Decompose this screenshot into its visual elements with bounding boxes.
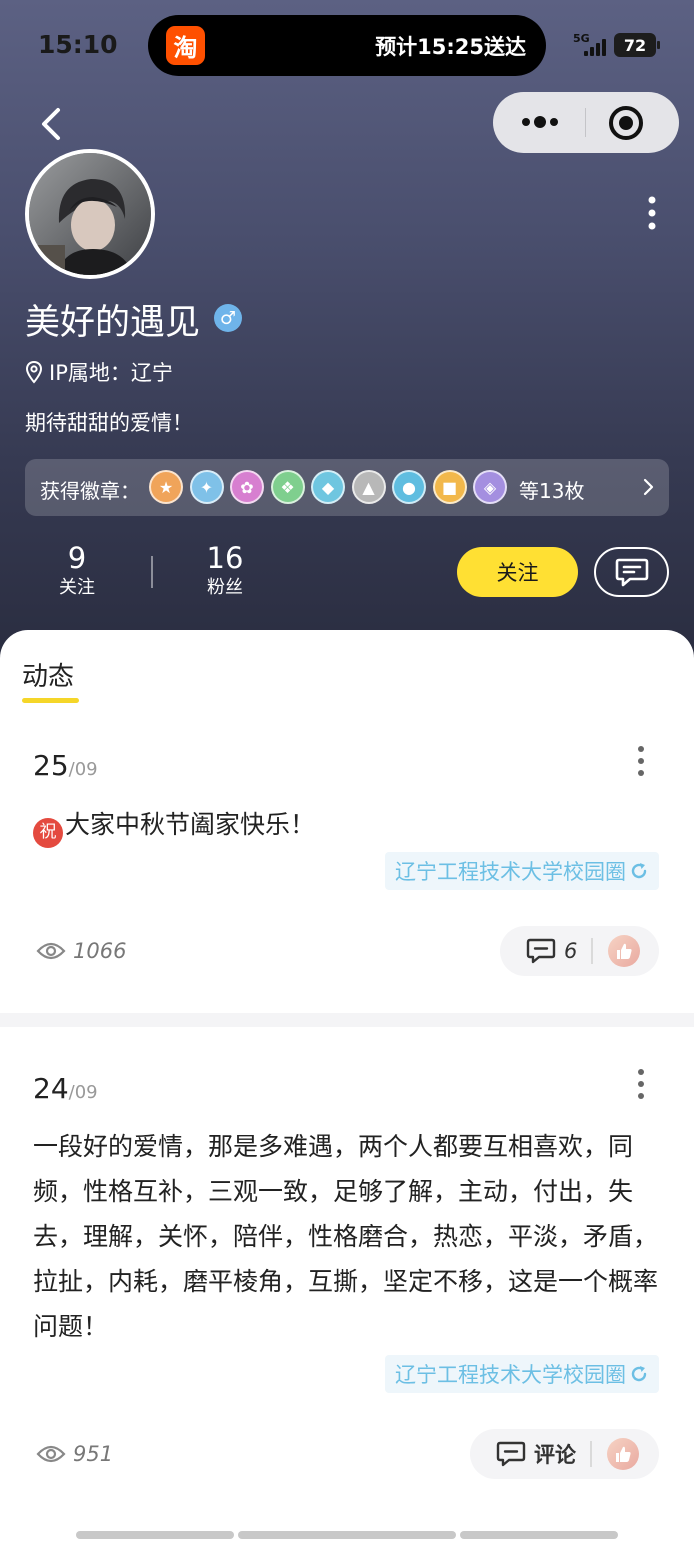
message-button[interactable] — [594, 547, 669, 597]
badges-count: 等13枚 — [519, 479, 585, 503]
target-icon[interactable] — [607, 104, 645, 142]
post-date: 24/09 — [33, 1072, 98, 1105]
campus-circle-tag[interactable]: 辽宁工程技术大学校园圈 — [385, 1355, 659, 1393]
campus-circle-name: 辽宁工程技术大学校园圈 — [395, 860, 626, 884]
home-indicator — [76, 1531, 234, 1539]
eye-icon — [36, 1445, 66, 1463]
eye-icon — [36, 942, 66, 960]
post-actions: 评论 — [470, 1429, 659, 1479]
campus-circle-tag[interactable]: 辽宁工程技术大学校园圈 — [385, 852, 659, 890]
post-date: 25/09 — [33, 749, 98, 782]
capsule-divider — [585, 108, 586, 137]
more-options-icon[interactable] — [644, 196, 660, 230]
refresh-icon — [631, 1366, 647, 1382]
medal-icon: ▲ — [351, 470, 386, 504]
badges-label: 获得徽章： — [40, 479, 140, 503]
taobao-app-icon: 淘 — [166, 26, 205, 65]
follow-button[interactable]: 关注 — [457, 547, 578, 597]
fans-label: 粉丝 — [207, 577, 243, 598]
fans-stat[interactable]: 16 粉丝 — [180, 541, 270, 601]
medal-icon: ✦ — [189, 470, 224, 504]
chevron-right-icon — [643, 478, 654, 496]
comment-icon[interactable] — [496, 1440, 526, 1468]
medal-icon: ❖ — [270, 470, 305, 504]
medal-icon: ● — [392, 470, 426, 504]
more-options-icon[interactable] — [634, 745, 648, 777]
pill-divider — [590, 1441, 592, 1467]
view-count-value: 951 — [73, 1442, 114, 1466]
following-count: 9 — [67, 541, 87, 575]
delivery-eta-text: 预计15:25送达 — [375, 35, 526, 59]
location-pin-icon — [25, 360, 43, 384]
ip-location-text: IP属地：辽宁 — [49, 361, 173, 385]
post-day: 25 — [33, 749, 69, 782]
dynamic-island[interactable]: 淘 预计15:25送达 — [148, 15, 546, 76]
medal-icon: ◈ — [473, 470, 507, 504]
post-body: 一段好的爱情，那是多难遇，两个人都要互相喜欢，同频，性格互补，三观一致，足够了解… — [33, 1132, 659, 1341]
avatar[interactable] — [25, 149, 155, 279]
tab-underline — [22, 698, 79, 703]
back-icon[interactable] — [34, 104, 70, 144]
status-time: 15:10 — [38, 30, 118, 59]
post-text: 一段好的爱情，那是多难遇，两个人都要互相喜欢，同频，性格互补，三观一致，足够了解… — [33, 1124, 659, 1349]
chat-icon — [615, 558, 648, 587]
post-actions: 6 — [500, 926, 659, 976]
avatar-photo — [29, 153, 151, 275]
post-day: 24 — [33, 1072, 69, 1105]
view-count: 951 — [36, 1439, 113, 1469]
content-panel: 动态 25/09 祝大家中秋节阖家快乐！ 辽宁工程技术大学校园圈 1066 6 … — [0, 630, 694, 1542]
pill-divider — [591, 938, 594, 964]
medal-icon: ✿ — [230, 470, 264, 504]
nickname: 美好的遇见 — [25, 303, 201, 343]
thumbs-up-icon[interactable] — [607, 1438, 639, 1470]
section-separator — [0, 1013, 694, 1027]
view-count: 1066 — [36, 936, 126, 966]
medal-icon: ★ — [149, 470, 183, 504]
post-month: /09 — [68, 1082, 98, 1103]
ip-location-row: IP属地：辽宁 — [25, 358, 173, 386]
fans-count: 16 — [206, 541, 244, 575]
medal-icon: ■ — [432, 470, 467, 504]
tab-dynamic[interactable]: 动态 — [22, 656, 74, 693]
male-icon: ♂ — [214, 304, 242, 332]
following-stat[interactable]: 9 关注 — [32, 541, 122, 601]
signal-icon — [584, 38, 610, 56]
thumbs-up-icon[interactable] — [608, 935, 641, 967]
comment-label[interactable]: 评论 — [534, 1439, 576, 1469]
home-indicator — [238, 1531, 456, 1539]
following-label: 关注 — [59, 577, 95, 598]
badge-bar[interactable]: 获得徽章： ★ ✦ ✿ ❖ ◆ ▲ ● ■ ◈ 等13枚 — [25, 459, 669, 516]
bio: 期待甜甜的爱情！ — [25, 411, 193, 435]
post-text: 祝大家中秋节阖家快乐！ — [33, 802, 659, 848]
profile-header: 15:10 淘 预计15:25送达 5G 72 美好的遇见 ♂ IP属地：辽宁 … — [0, 0, 694, 660]
medal-icon: ◆ — [311, 470, 345, 504]
view-count-value: 1066 — [73, 939, 127, 963]
zhu-emoji-icon: 祝 — [33, 817, 63, 848]
more-options-icon[interactable] — [634, 1068, 648, 1100]
post-body: 大家中秋节阖家快乐！ — [65, 810, 316, 839]
stat-divider — [151, 556, 153, 588]
comment-count[interactable]: 6 — [564, 939, 577, 963]
refresh-icon — [631, 863, 647, 879]
ellipsis-icon[interactable] — [520, 109, 560, 135]
battery-icon: 72 — [614, 33, 660, 57]
campus-circle-name: 辽宁工程技术大学校园圈 — [395, 1363, 626, 1387]
home-indicator — [460, 1531, 618, 1539]
mini-program-capsule — [493, 92, 679, 153]
post-month: /09 — [68, 759, 98, 780]
comment-icon[interactable] — [526, 937, 556, 965]
